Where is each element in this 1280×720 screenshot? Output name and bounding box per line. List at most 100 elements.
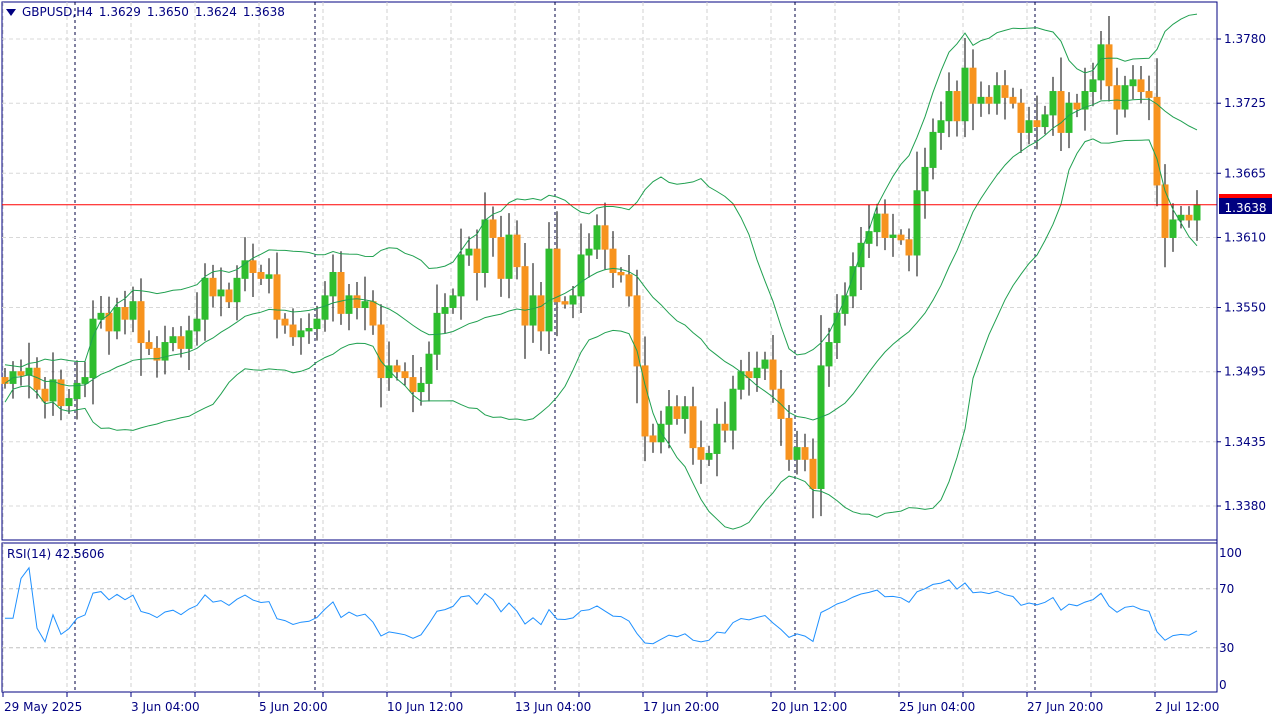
candle-bull	[297, 330, 305, 338]
price-axis-label: 1.3780	[1224, 32, 1266, 46]
candle-bear	[881, 213, 889, 238]
candle-bear	[809, 458, 817, 489]
candle-bull	[217, 289, 225, 297]
candle-bull	[825, 342, 833, 367]
candle-bull	[49, 379, 57, 402]
open-value: 1.3629	[98, 5, 141, 19]
candle-bear	[377, 324, 385, 379]
candle-bear	[697, 447, 705, 460]
candle-bear	[649, 435, 657, 443]
low-value: 1.3624	[194, 5, 237, 19]
candle-bull	[1025, 120, 1033, 133]
candle-bear	[489, 219, 497, 238]
candle-bear	[617, 272, 625, 276]
price-axis-label: 1.3495	[1224, 365, 1266, 379]
candle-bear	[353, 295, 361, 309]
candle-bull	[1129, 79, 1137, 87]
candle-bear	[1113, 85, 1121, 110]
time-axis-label: 17 Jun 20:00	[643, 700, 719, 714]
candle-bull	[481, 219, 489, 273]
candle-bear	[801, 447, 809, 460]
candle-bull	[169, 336, 177, 344]
candle-bear	[769, 359, 777, 390]
rsi-axis-label: 100	[1219, 546, 1242, 560]
price-axis-label: 1.3550	[1224, 301, 1266, 315]
candle-bear	[337, 272, 345, 314]
candle-bull	[65, 398, 73, 407]
candle-bull	[329, 272, 337, 297]
time-axis-label: 5 Jun 20:00	[259, 700, 328, 714]
candle-bear	[273, 274, 281, 320]
candle-bear	[1057, 91, 1065, 133]
candle-bear	[41, 388, 49, 402]
candle-bear	[473, 248, 481, 273]
candle-bear	[401, 371, 409, 379]
candle-bull	[817, 365, 825, 489]
candle-bull	[417, 382, 425, 393]
candle-bull	[577, 254, 585, 297]
candle-bull	[193, 318, 201, 332]
candle-bull	[937, 120, 945, 133]
candle-bear	[209, 277, 217, 297]
rsi-axis-label: 70	[1219, 582, 1234, 596]
candle-bear	[393, 365, 401, 373]
candle-bear	[721, 423, 729, 431]
candle-bear	[1009, 96, 1017, 104]
candle-bull	[529, 295, 537, 326]
bollinger-lower-band	[4, 138, 1198, 530]
candle-bull	[265, 274, 273, 279]
candle-bull	[929, 131, 937, 168]
candle-bull	[913, 190, 921, 256]
candle-bull	[361, 301, 369, 309]
price-axis-label: 1.3435	[1224, 435, 1266, 449]
candle-bull	[729, 388, 737, 431]
candle-bull	[1169, 219, 1177, 238]
close-value: 1.3638	[242, 5, 285, 19]
candle-bear	[561, 301, 569, 305]
candle-bear	[897, 234, 905, 241]
candle-bear	[1, 377, 9, 384]
candle-bear	[905, 239, 913, 256]
current-price-tag: 1.3638	[1219, 194, 1272, 215]
candle-bear	[521, 266, 529, 326]
candle-bear	[785, 417, 793, 460]
candle-bear	[1073, 102, 1081, 110]
candle-bear	[137, 301, 145, 344]
candle-bear	[289, 324, 297, 338]
candle-bear	[1137, 79, 1145, 93]
candle-bull	[129, 301, 137, 320]
candle-bear	[177, 336, 185, 349]
candle-bull	[321, 295, 329, 320]
candle-bull	[345, 295, 353, 314]
candle-bull	[993, 85, 1001, 104]
candle-bull	[505, 234, 513, 279]
candle-bull	[977, 96, 985, 104]
candle-bull	[465, 248, 473, 256]
candle-bull	[89, 318, 97, 379]
candle-bull	[1041, 114, 1049, 128]
candle-bear	[953, 91, 961, 122]
candle-bull	[713, 423, 721, 454]
chart-canvas[interactable]: 1.3780 1.3725 1.3665 1.3610 1.3550 1.3495 1.34…	[0, 0, 1280, 720]
price-axis-label: 1.3610	[1224, 230, 1266, 244]
candle-bear	[513, 234, 521, 268]
candle-bear	[625, 274, 633, 297]
candle-bear	[409, 377, 417, 393]
candle-bear	[281, 318, 289, 326]
time-axis-label: 10 Jun 12:00	[387, 700, 463, 714]
symbol-label: GBPUSD,H4	[22, 5, 93, 19]
candle-bear	[1105, 44, 1113, 87]
candle-bear	[1161, 184, 1169, 238]
candle-bull	[961, 67, 969, 122]
candle-bull	[889, 234, 897, 238]
dropdown-triangle-icon[interactable]	[6, 8, 16, 16]
candle-bear	[17, 371, 25, 376]
time-axis-label: 3 Jun 04:00	[131, 700, 200, 714]
candle-bull	[457, 254, 465, 297]
high-value: 1.3650	[146, 5, 189, 19]
candle-bull	[593, 225, 601, 250]
candle-bear	[537, 295, 545, 332]
time-axis-label: 25 Jun 04:00	[899, 700, 975, 714]
candle-bear	[121, 307, 129, 320]
candle-bull	[921, 166, 929, 192]
